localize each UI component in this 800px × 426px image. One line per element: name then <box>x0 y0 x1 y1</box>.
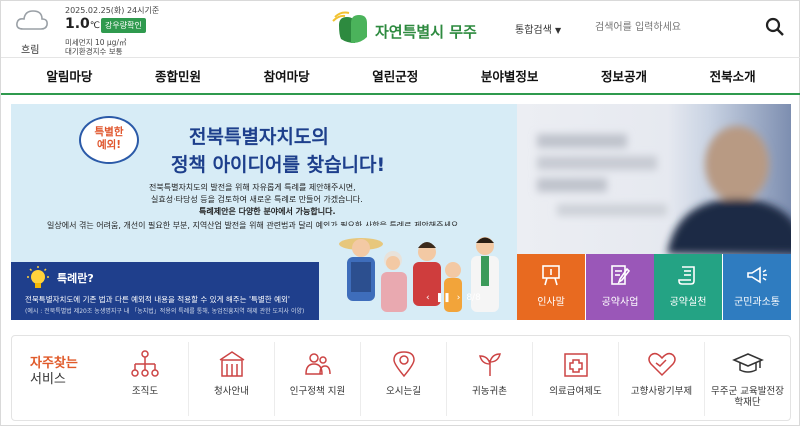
slide-pager: ‹ ❚❚ › 8/8 <box>426 289 517 307</box>
quick-item-label: 무주군 교육발전장학재단 <box>711 386 784 408</box>
lightbulb-icon <box>27 266 49 288</box>
definition-box: 특례란? 전북특별자치도에 기존 법과 다른 예외적 내용을 적용할 수 있게 … <box>11 262 319 320</box>
nav-item-jeonbuk[interactable]: 전북소개 <box>710 66 756 85</box>
people-icon <box>304 353 331 375</box>
easel-icon <box>542 265 560 286</box>
next-slide-button[interactable]: › <box>457 293 461 303</box>
search-type-select[interactable]: 통합검색 ▼ <box>515 21 561 36</box>
tile-pledge-projects[interactable]: 공약사업 <box>586 254 654 320</box>
temperature-value: 1.0 <box>65 16 90 32</box>
page-frame: 흐림 2025.02.25(화) 24시기준 1.0℃ 강우량확인 미세먼지 1… <box>0 0 800 426</box>
scroll-icon <box>678 266 695 285</box>
logo-text: 자연특별시 무주 <box>375 23 477 41</box>
site-logo[interactable]: 자연특별시 무주 <box>331 11 477 47</box>
cloud-icon <box>16 10 48 30</box>
nav-item-info[interactable]: 분야별정보 <box>481 66 539 85</box>
nav-item-participation[interactable]: 참여마당 <box>264 66 310 85</box>
promo-banner[interactable]: 특별한 예외! 전북특별자치도의 정책 아이디어를 찾습니다! 전북특별자치도의… <box>11 104 517 320</box>
banner-title-1: 전북특별자치도의 <box>189 126 329 148</box>
banner-title-2: 정책 아이디어를 찾습니다! <box>171 154 386 176</box>
quick-item-label: 고향사랑기부제 <box>630 386 693 397</box>
quick-item-label: 귀농귀촌 <box>472 386 507 397</box>
definition-title: 특례란? <box>57 272 94 285</box>
megaphone-icon <box>747 266 767 284</box>
banner-sub-3: 특례제안은 다양한 분야에서 가능합니다. <box>199 207 336 216</box>
quick-item-label: 조직도 <box>131 386 159 397</box>
quick-item-hometown-donation[interactable]: 고향사랑기부제 <box>618 342 704 416</box>
tile-communication[interactable]: 군민과소통 <box>723 254 791 320</box>
blurred-portrait <box>537 126 791 254</box>
quick-item-label: 오시는길 <box>386 386 421 397</box>
slide-counter: 8/8 <box>466 293 481 303</box>
quick-item-population[interactable]: 인구정책 지원 <box>274 342 360 416</box>
search-input[interactable] <box>595 16 755 38</box>
banner-sub-1: 전북특별자치도의 발전을 위해 자유롭게 특례를 제안해주시면, <box>149 183 356 192</box>
quick-services-title: 자주찾는 서비스 <box>30 356 78 388</box>
medical-cross-icon <box>563 353 588 377</box>
quick-item-scholarship[interactable]: 무주군 교육발전장학재단 <box>704 342 790 416</box>
quick-item-label: 의료급여제도 <box>549 386 602 397</box>
special-exception-badge: 특별한 예외! <box>79 116 139 164</box>
quick-item-org-chart[interactable]: 조직도 <box>102 342 188 416</box>
badge-line-1: 특별한 <box>94 126 124 138</box>
quick-item-directions[interactable]: 오시는길 <box>360 342 446 416</box>
prev-slide-button[interactable]: ‹ <box>426 293 430 303</box>
weather-date: 2025.02.25(화) 24시기준 <box>65 6 160 15</box>
nav-item-civil[interactable]: 종합민원 <box>155 66 201 85</box>
nav-item-administration[interactable]: 열린군정 <box>372 66 418 85</box>
tile-greeting[interactable]: 인사말 <box>517 254 585 320</box>
nav-item-notice[interactable]: 알림마당 <box>46 66 92 85</box>
search-icon[interactable] <box>765 17 785 37</box>
sprout-icon <box>478 353 501 376</box>
quick-title-2: 서비스 <box>30 372 66 387</box>
tile-label: 인사말 <box>537 297 565 308</box>
search-type-label: 통합검색 <box>515 25 552 36</box>
quick-services: 자주찾는 서비스 조직도 청사안내 인구정책 지원 오시는길 귀농귀촌 의료급여… <box>11 335 791 421</box>
quick-item-medical[interactable]: 의료급여제도 <box>532 342 618 416</box>
quick-item-building[interactable]: 청사안내 <box>188 342 274 416</box>
quick-title-1: 자주찾는 <box>30 356 78 371</box>
pause-button[interactable]: ❚❚ <box>436 293 451 303</box>
air-quality-index: 대기환경지수 보통 <box>65 47 123 56</box>
governor-photo <box>517 104 791 254</box>
quick-item-label: 인구정책 지원 <box>289 386 346 397</box>
tile-pledge-practice[interactable]: 공약실천 <box>654 254 722 320</box>
tile-label: 공약실천 <box>669 297 707 308</box>
temperature-unit: ℃ <box>89 21 100 31</box>
building-icon <box>219 351 244 377</box>
banner-sub-2: 실효성·타당성 등을 검토하여 새로운 특례로 만들어 가겠습니다. <box>151 195 363 204</box>
header: 흐림 2025.02.25(화) 24시기준 1.0℃ 강우량확인 미세먼지 1… <box>1 1 800 58</box>
badge-line-2: 예외! <box>96 139 122 151</box>
org-chart-icon <box>131 350 159 377</box>
rainfall-check-button[interactable]: 강우량확인 <box>101 18 146 33</box>
graduation-cap-icon <box>731 353 764 373</box>
definition-note: (예시 : 전북특별법 제20조 농생명지구 내 「농지법」적용의 특례를 통해… <box>25 308 305 315</box>
nav-item-disclosure[interactable]: 정보공개 <box>601 66 647 85</box>
quick-item-return-farm[interactable]: 귀농귀촌 <box>446 342 532 416</box>
main-nav: 알림마당 종합민원 참여마당 열린군정 분야별정보 정보공개 전북소개 <box>1 58 800 95</box>
heart-icon <box>647 352 676 377</box>
temperature: 1.0℃ <box>65 16 100 32</box>
tile-label: 군민과소통 <box>734 297 780 308</box>
document-pen-icon <box>611 265 631 285</box>
quick-item-label: 청사안내 <box>214 386 249 397</box>
chevron-down-icon: ▼ <box>555 26 562 35</box>
mujun-logo-icon <box>332 11 367 43</box>
map-pin-icon <box>392 351 415 378</box>
tile-label: 공약사업 <box>601 297 639 308</box>
definition-desc: 전북특별자치도에 기존 법과 다른 예외적 내용을 적용할 수 있게 해주는 '… <box>25 295 290 304</box>
weather-condition: 흐림 <box>21 45 40 56</box>
